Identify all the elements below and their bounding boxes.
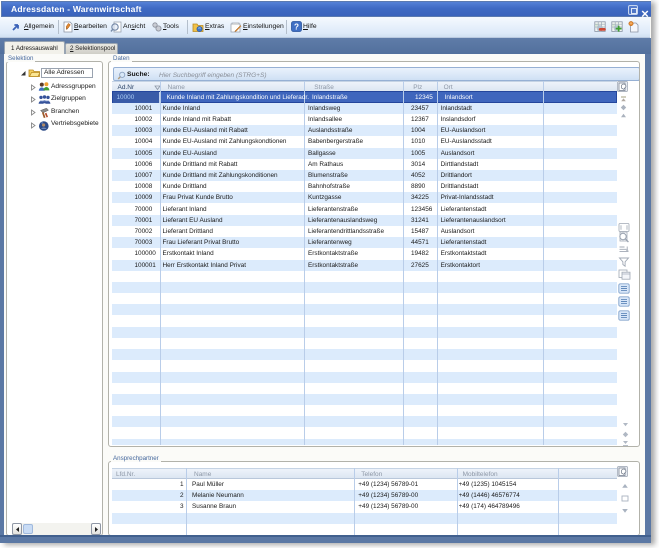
svg-text:?: ? [294,22,299,31]
